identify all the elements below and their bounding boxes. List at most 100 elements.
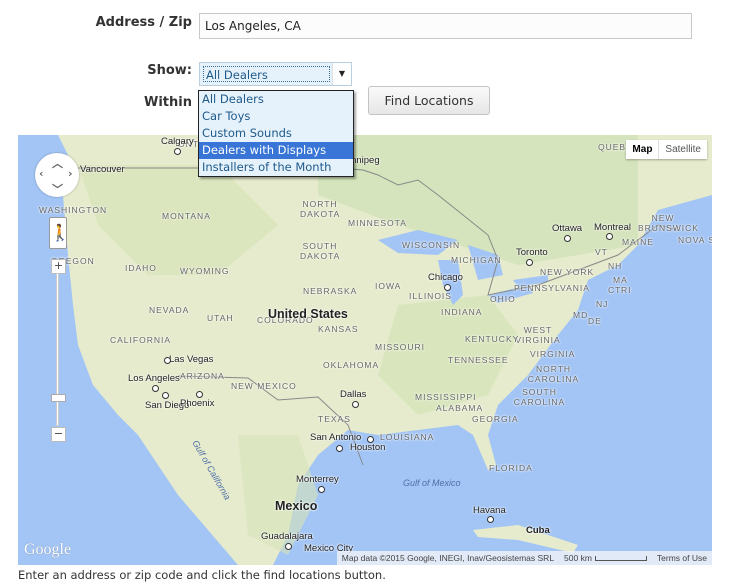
map-label-city: Toronto xyxy=(516,247,548,258)
map-label-region: VIRGINIA xyxy=(530,349,576,359)
map-label-region: NH xyxy=(608,261,623,271)
instruction-text: Enter an address or zip code and click t… xyxy=(18,568,386,582)
dropdown-option-installers-of-the-month[interactable]: Installers of the Month xyxy=(199,159,353,176)
map-label-water: Gulf of Mexico xyxy=(403,478,461,488)
city-marker xyxy=(196,391,203,398)
map-label-region: CT xyxy=(608,285,622,295)
show-dropdown-list[interactable]: All Dealers Car Toys Custom Sounds Deale… xyxy=(198,90,354,177)
map-label-region: MONTANA xyxy=(162,211,211,221)
city-marker xyxy=(318,486,325,493)
within-label: Within xyxy=(144,95,192,110)
map-label-region: WEST VIRGINIA xyxy=(515,325,561,345)
map-scale: 500 km xyxy=(559,553,652,563)
street-view-pegman-icon[interactable]: 🚶 xyxy=(49,217,70,249)
map-label-region: MISSOURI xyxy=(375,342,426,352)
map-label-city: Dallas xyxy=(340,389,367,400)
map-label-region: PENNSYLVANIA xyxy=(514,283,590,293)
show-label: Show: xyxy=(147,63,192,78)
zoom-out-button[interactable]: − xyxy=(51,427,66,442)
map-type-map-button[interactable]: Map xyxy=(626,140,660,159)
map-label-region: NJ xyxy=(596,299,609,309)
map-label-country: United States xyxy=(268,307,348,321)
map-label-region: FLORIDA xyxy=(489,463,533,473)
map-label-region: ARIZONA xyxy=(180,371,225,381)
map-attribution-bar: Map data ©2015 Google, INEGI, Inav/Geosi… xyxy=(336,551,712,565)
map-label-region: KANSAS xyxy=(318,324,359,334)
map-label-region: ALABAMA xyxy=(436,403,484,413)
map-label-region: ILLINOIS xyxy=(409,291,452,301)
map-label-region: TEXAS xyxy=(318,414,351,424)
map-label-country: Mexico xyxy=(275,499,318,513)
dropdown-option-dealers-with-displays[interactable]: Dealers with Displays xyxy=(199,142,353,159)
dropdown-option-custom-sounds[interactable]: Custom Sounds xyxy=(199,125,353,142)
map-label-region: NEBRASKA xyxy=(303,286,358,296)
scale-bar xyxy=(594,556,647,561)
map-type-control: Map Satellite xyxy=(626,140,707,159)
pan-up-icon[interactable]: ︿ xyxy=(52,155,63,171)
map-label-region: SOUTH DAKOTA xyxy=(300,241,341,261)
map-label-region: SOUTH CAROLINA xyxy=(513,387,566,407)
terms-of-use-link[interactable]: Terms of Use xyxy=(652,553,712,563)
pan-right-icon[interactable]: › xyxy=(68,167,73,180)
dropdown-option-car-toys[interactable]: Car Toys xyxy=(199,108,353,125)
map-scale-label: 500 km xyxy=(564,553,592,563)
map-label-city: Montreal xyxy=(594,222,631,233)
chevron-down-icon[interactable]: ▼ xyxy=(332,63,351,85)
map-label-region: MD xyxy=(573,310,589,320)
zoom-slider-handle[interactable] xyxy=(51,394,66,402)
city-marker xyxy=(564,235,571,242)
map-label-city: Phoenix xyxy=(180,398,215,409)
city-marker xyxy=(164,357,171,364)
map-label-region: NEW MEXICO xyxy=(231,381,297,391)
map-label-country: Cuba xyxy=(526,525,550,536)
city-marker xyxy=(606,233,613,240)
map-label-city: Calgary xyxy=(161,136,194,147)
map-label-region: GEORGIA xyxy=(472,414,519,424)
map-label-city: Las Vegas xyxy=(169,354,214,365)
map-label-region: IOWA xyxy=(375,281,402,291)
city-marker xyxy=(352,401,359,408)
pan-down-icon[interactable]: ﹀ xyxy=(52,181,63,197)
map-label-region: MA xyxy=(613,275,628,285)
show-select[interactable]: All Dealers ▼ xyxy=(199,62,352,86)
dropdown-option-all-dealers[interactable]: All Dealers xyxy=(199,91,353,108)
map-label-city: Houston xyxy=(350,442,386,453)
zoom-in-button[interactable]: + xyxy=(51,259,66,274)
map-label-region: MAINE xyxy=(622,237,654,247)
map-label-region: KENTUCKY xyxy=(465,334,520,344)
city-marker xyxy=(174,148,181,155)
map-label-city: Chicago xyxy=(428,272,463,283)
map-label-region: MICHIGAN xyxy=(451,255,502,265)
pan-left-icon[interactable]: ‹ xyxy=(39,167,44,180)
city-marker xyxy=(444,284,451,291)
map-label-region: NEW YORK xyxy=(540,267,595,277)
map-label-region: WASHINGTON xyxy=(39,205,108,215)
map-label-city: Ottawa xyxy=(552,223,583,234)
map[interactable]: ONTARIO QUEBEC WASHINGTON MONTANA NORTH … xyxy=(18,135,712,565)
map-label-city: Los Angeles xyxy=(128,373,180,384)
map-label-city: Guadalajara xyxy=(261,531,313,542)
map-label-region: NORTH CAROLINA xyxy=(527,364,580,384)
map-label-region: TENNESSEE xyxy=(448,355,509,365)
address-zip-input[interactable] xyxy=(199,13,692,39)
city-marker xyxy=(152,385,159,392)
map-type-satellite-button[interactable]: Satellite xyxy=(659,140,707,159)
map-attribution: Map data ©2015 Google, INEGI, Inav/Geosi… xyxy=(341,553,555,563)
map-label-region: UTAH xyxy=(207,313,234,323)
city-marker xyxy=(487,516,494,523)
city-marker xyxy=(162,392,169,399)
map-label-city: Havana xyxy=(473,505,506,516)
pan-control[interactable]: ︿ ﹀ ‹ › xyxy=(35,153,79,197)
zoom-slider-track[interactable] xyxy=(56,273,59,426)
map-base xyxy=(18,135,712,565)
map-label-region: VT xyxy=(595,247,608,257)
map-label-region: DE xyxy=(588,316,602,326)
city-marker xyxy=(367,436,374,443)
find-locations-button[interactable]: Find Locations xyxy=(368,86,490,115)
google-logo: Google xyxy=(24,541,72,558)
map-label-region: INDIANA xyxy=(441,307,483,317)
city-marker xyxy=(285,543,292,550)
map-label-region: WYOMING xyxy=(180,266,230,276)
map-label-region: OHIO xyxy=(490,294,516,304)
map-label-region: NORTH DAKOTA xyxy=(300,199,341,219)
